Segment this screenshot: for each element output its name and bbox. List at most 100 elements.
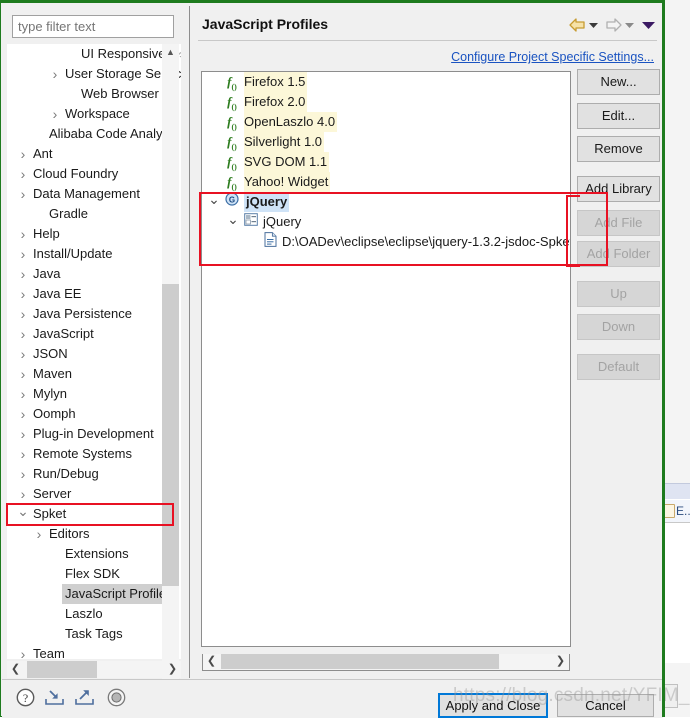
sidebar-hscroll-thumb[interactable] <box>27 661 97 678</box>
sidebar-item-team[interactable]: › Team <box>7 644 181 659</box>
export-icon[interactable] <box>74 688 95 707</box>
sidebar-item-maven[interactable]: › Maven <box>7 364 181 384</box>
sidebar-item-java[interactable]: › Java <box>7 264 181 284</box>
filter-input[interactable] <box>12 15 174 38</box>
cancel-button[interactable]: Cancel <box>557 694 654 717</box>
sidebar-item-remote-systems[interactable]: › Remote Systems <box>7 444 181 464</box>
scroll-right-icon[interactable]: ❯ <box>164 661 181 678</box>
profiles-horizontal-scrollbar[interactable]: ❮ ❯ <box>202 654 570 671</box>
chevron-right-icon[interactable]: › <box>15 304 31 324</box>
chevron-right-icon[interactable]: › <box>15 644 31 659</box>
configure-project-specific-settings-link[interactable]: Configure Project Specific Settings... <box>451 50 654 64</box>
sidebar-item-workspace[interactable]: › Workspace <box>7 104 181 124</box>
apply-and-close-button[interactable]: Apply and Close <box>438 693 548 718</box>
chevron-right-icon[interactable]: › <box>15 164 31 184</box>
javascript-profiles-list[interactable]: f() Firefox 1.5 f() Firefox 2.0 f() OpenLaszl… <box>201 71 571 647</box>
sidebar-item-javascript[interactable]: › JavaScript <box>7 324 181 344</box>
sidebar-item-cloud-foundry[interactable]: › Cloud Foundry <box>7 164 181 184</box>
sidebar-item-editors[interactable]: › Editors <box>7 524 181 544</box>
chevron-right-icon[interactable]: › <box>15 444 31 464</box>
sidebar-item-plug-in-development[interactable]: › Plug-in Development <box>7 424 181 444</box>
remove-button[interactable]: Remove <box>577 136 660 162</box>
profile-row[interactable]: f() OpenLaszlo 4.0 <box>202 112 570 132</box>
chevron-right-icon[interactable]: › <box>47 64 63 84</box>
sidebar-item-spket[interactable]: ⌄ Spket <box>7 504 181 524</box>
scroll-up-icon[interactable]: ▲ <box>162 44 179 61</box>
fx-icon: f() <box>227 94 237 112</box>
sidebar-vertical-scrollbar[interactable]: ▲ ▼ <box>162 44 179 681</box>
scroll-left-icon[interactable]: ❮ <box>7 661 24 678</box>
profile-row[interactable]: f() SVG DOM 1.1 <box>202 152 570 172</box>
sidebar-item-install-update[interactable]: › Install/Update <box>7 244 181 264</box>
sidebar-item-web-browser[interactable]: Web Browser <box>7 84 181 104</box>
profile-row[interactable]: ⌄ jQuery <box>202 212 570 232</box>
back-arrow-icon[interactable] <box>569 18 586 32</box>
profile-row[interactable]: ⌄ GjQuery <box>202 192 570 212</box>
back-dropdown-icon[interactable] <box>589 22 598 29</box>
add-library-button[interactable]: Add Library <box>577 176 660 202</box>
chevron-right-icon[interactable]: › <box>15 244 31 264</box>
chevron-right-icon[interactable]: › <box>15 324 31 344</box>
sidebar-item-ant[interactable]: › Ant <box>7 144 181 164</box>
sidebar-item-server[interactable]: › Server <box>7 484 181 504</box>
chevron-right-icon[interactable]: › <box>15 484 31 504</box>
sidebar-item-flex-sdk[interactable]: Flex SDK <box>7 564 181 584</box>
sidebar-item-mylyn[interactable]: › Mylyn <box>7 384 181 404</box>
edit-button[interactable]: Edit... <box>577 103 660 129</box>
profile-row[interactable]: f() Silverlight 1.0 <box>202 132 570 152</box>
help-icon[interactable]: ? <box>16 688 35 707</box>
list-scroll-right-icon[interactable]: ❯ <box>552 654 569 669</box>
chevron-right-icon[interactable]: › <box>15 424 31 444</box>
sidebar-item-user-storage-servic[interactable]: › User Storage Servic <box>7 64 181 84</box>
sidebar-item-extensions[interactable]: Extensions <box>7 544 181 564</box>
preferences-tree[interactable]: UI Responsiveness›User Storage Servic Web… <box>7 44 181 659</box>
fx-icon: f() <box>227 154 237 172</box>
list-hscroll-thumb[interactable] <box>221 654 499 669</box>
chevron-down-icon[interactable]: ⌄ <box>206 192 222 212</box>
sidebar-item-json[interactable]: › JSON <box>7 344 181 364</box>
sidebar-item-java-persistence[interactable]: › Java Persistence <box>7 304 181 324</box>
sidebar-item-run-debug[interactable]: › Run/Debug <box>7 464 181 484</box>
chevron-right-icon[interactable]: › <box>31 524 47 544</box>
sidebar-item-ui-responsiveness[interactable]: UI Responsiveness <box>7 44 181 64</box>
sidebar-item-laszlo[interactable]: Laszlo <box>7 604 181 624</box>
sidebar-horizontal-scrollbar[interactable]: ❮ ❯ <box>7 661 181 678</box>
chevron-right-icon[interactable]: › <box>15 384 31 404</box>
default-button: Default <box>577 354 660 380</box>
sidebar-item-gradle[interactable]: Gradle <box>7 204 181 224</box>
sidebar-item-oomph[interactable]: › Oomph <box>7 404 181 424</box>
chevron-right-icon[interactable]: › <box>15 224 31 244</box>
import-icon[interactable] <box>44 688 65 707</box>
sidebar-item-data-management[interactable]: › Data Management <box>7 184 181 204</box>
chevron-right-icon[interactable]: › <box>15 184 31 204</box>
forward-arrow-icon[interactable] <box>605 18 622 32</box>
record-icon[interactable] <box>107 688 126 707</box>
chevron-right-icon[interactable]: › <box>47 104 63 124</box>
sidebar-item-java-ee[interactable]: › Java EE <box>7 284 181 304</box>
sidebar-item-label: Spket <box>33 506 67 521</box>
profile-row[interactable]: f() Yahoo! Widget <box>202 172 570 192</box>
chevron-right-icon[interactable]: › <box>15 284 31 304</box>
chevron-down-icon[interactable]: ⌄ <box>15 504 31 524</box>
chevron-right-icon[interactable]: › <box>15 144 31 164</box>
new-button[interactable]: New... <box>577 69 660 95</box>
sidebar-item-label: Java Persistence <box>33 306 132 321</box>
sidebar-item-alibaba-code-analysis[interactable]: Alibaba Code Analysis <box>7 124 181 144</box>
sidebar-scroll-thumb[interactable] <box>162 284 179 586</box>
sidebar-item-help[interactable]: › Help <box>7 224 181 244</box>
forward-dropdown-icon[interactable] <box>625 22 634 29</box>
profile-row[interactable]: f() Firefox 2.0 <box>202 92 570 112</box>
chevron-right-icon[interactable]: › <box>15 364 31 384</box>
chevron-right-icon[interactable]: › <box>15 464 31 484</box>
chevron-right-icon[interactable]: › <box>15 344 31 364</box>
down-button: Down <box>577 314 660 340</box>
menu-dropdown-icon[interactable] <box>642 21 655 30</box>
chevron-right-icon[interactable]: › <box>15 264 31 284</box>
profile-row[interactable]: D:\OADev\eclipse\eclipse\jquery-1.3.2-js… <box>202 232 570 252</box>
sidebar-item-javascript-profiles[interactable]: JavaScript Profiles <box>7 584 181 604</box>
profile-row[interactable]: f() Firefox 1.5 <box>202 72 570 92</box>
sidebar-item-task-tags[interactable]: Task Tags <box>7 624 181 644</box>
chevron-right-icon[interactable]: › <box>15 404 31 424</box>
chevron-down-icon[interactable]: ⌄ <box>225 212 241 232</box>
list-scroll-left-icon[interactable]: ❮ <box>203 654 220 669</box>
